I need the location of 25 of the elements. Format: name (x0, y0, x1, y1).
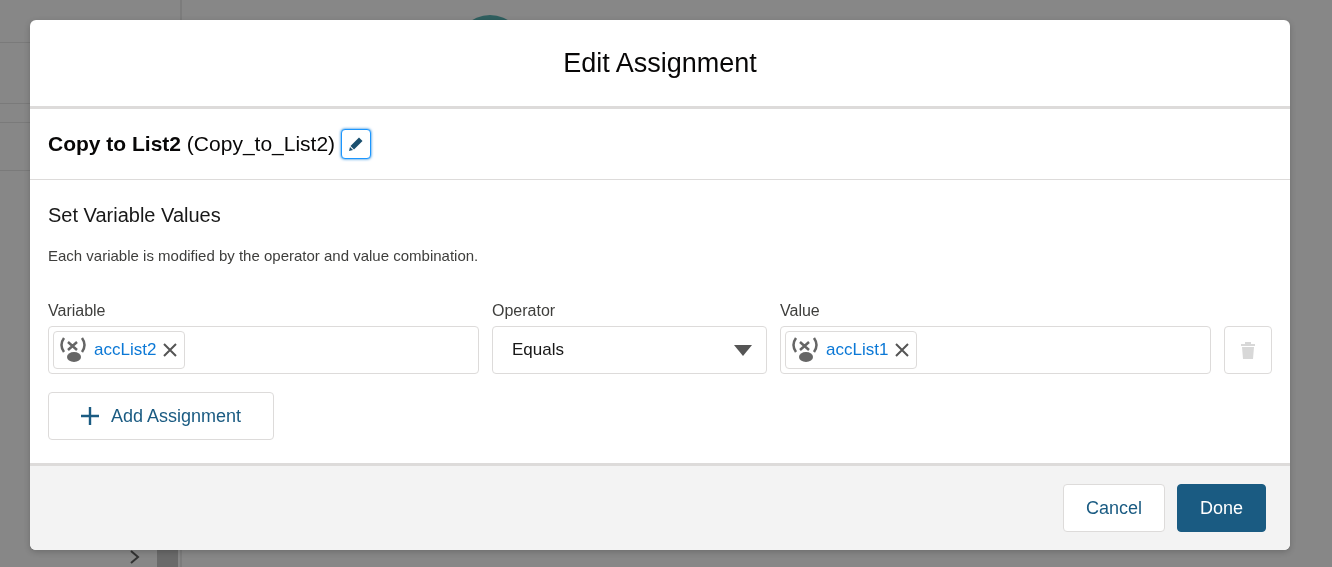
cancel-button[interactable]: Cancel (1062, 484, 1165, 532)
done-button[interactable]: Done (1176, 484, 1266, 532)
variable-pill[interactable]: accList2 (53, 331, 186, 369)
pencil-icon (348, 136, 365, 152)
edit-button[interactable] (341, 129, 372, 159)
field-label: Value (780, 302, 821, 321)
dropdown-icon (734, 344, 752, 356)
field-label: Operator (492, 302, 557, 321)
trash-icon (1240, 341, 1256, 359)
remove-icon[interactable] (894, 342, 911, 358)
chevron-icon (129, 549, 141, 565)
plus-icon (80, 407, 99, 425)
operator-select[interactable]: Equals (492, 326, 767, 374)
lookup-field[interactable]: accList2 (48, 326, 479, 374)
variable-pill[interactable]: accList1 (785, 331, 918, 369)
remove-icon[interactable] (162, 342, 179, 358)
section-description: Each variable is modified by the operator and value combination. (48, 247, 480, 264)
section-title: Set Variable Values (48, 204, 222, 227)
lookup-field[interactable]: accList1 (780, 326, 1211, 374)
variable-icon (790, 336, 820, 364)
modal-title: Edit Assignment (563, 47, 757, 79)
field-label: Variable (48, 302, 107, 321)
element-name: Copy to List2 (Copy_to_List2) (48, 132, 336, 156)
variable-icon (58, 336, 88, 364)
add-assignment-button[interactable]: Add Assignment (48, 392, 274, 440)
